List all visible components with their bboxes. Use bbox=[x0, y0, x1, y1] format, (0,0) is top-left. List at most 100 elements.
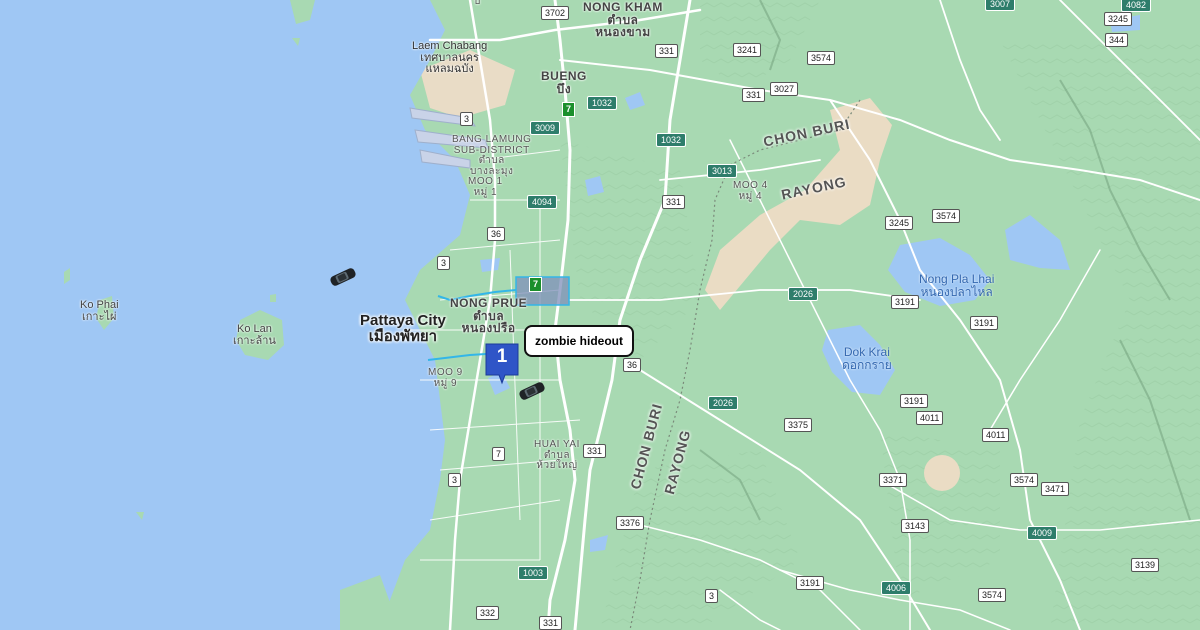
place-label-top-island-th: บ bbox=[474, 0, 481, 7]
place-label-nong-kham-en: NONG KHAM bbox=[583, 0, 663, 14]
route-shield-3191-b: 3191 bbox=[970, 316, 999, 330]
marker-tooltip[interactable]: zombie hideout bbox=[524, 325, 634, 357]
route-shield-3191-d: 3191 bbox=[796, 576, 825, 590]
route-shield-4009: 4009 bbox=[1027, 526, 1058, 540]
route-shield-3471: 3471 bbox=[1041, 482, 1070, 496]
route-shield-3-b: 3 bbox=[437, 256, 451, 270]
place-label-nong-kham: NONG KHAM ตำบล หนองขาม bbox=[583, 1, 663, 39]
place-label-moo4-th: หมู่ 4 bbox=[738, 190, 763, 202]
route-shield-3702: 3702 bbox=[541, 6, 570, 20]
place-label-moo9-th: หมู่ 9 bbox=[433, 377, 458, 389]
route-shield-3574-b: 3574 bbox=[932, 209, 961, 223]
route-shield-3009: 3009 bbox=[530, 121, 561, 135]
route-shield-4011-b: 4011 bbox=[982, 428, 1010, 442]
place-label-bang-lamung-th1: ตำบล bbox=[478, 155, 505, 166]
place-label-moo4-en: MOO 4 bbox=[733, 180, 768, 191]
place-label-top-island: บ bbox=[474, 0, 481, 8]
place-label-moo4: MOO 4 หมู่ 4 bbox=[733, 180, 768, 202]
place-label-laem-chabang-en: Laem Chabang bbox=[412, 40, 488, 52]
lake-label-nong-pla-lhai-en: Nong Pla Lhai bbox=[919, 272, 995, 286]
place-label-bueng: BUENG บึง bbox=[541, 70, 587, 95]
place-label-moo9-en: MOO 9 bbox=[428, 367, 463, 378]
place-label-pattaya-en: Pattaya City bbox=[360, 312, 446, 329]
route-shield-3191: 3191 bbox=[891, 295, 920, 309]
route-shield-3376: 3376 bbox=[616, 516, 645, 530]
place-label-nong-prue-en: NONG PRUE bbox=[450, 296, 528, 310]
route-shield-331-b: 331 bbox=[742, 88, 766, 102]
place-label-moo1-th: หมู่ 1 bbox=[473, 186, 498, 198]
lake-label-nong-pla-lhai-th: หนองปลาไหล bbox=[920, 284, 993, 299]
route-shield-3574-c: 3574 bbox=[1010, 473, 1039, 487]
route-shield-2026-b: 2026 bbox=[708, 396, 739, 410]
route-shield-7: 7 bbox=[492, 447, 506, 461]
route-shield-1003: 1003 bbox=[518, 566, 549, 580]
place-label-bueng-en: BUENG bbox=[541, 69, 587, 83]
route-shield-3139: 3139 bbox=[1131, 558, 1160, 572]
route-shield-3245: 3245 bbox=[1104, 12, 1133, 26]
route-shield-4094: 4094 bbox=[527, 195, 558, 209]
place-label-huai-yai-th2: ห้วยใหญ่ bbox=[536, 460, 578, 471]
route-shield-3574-d: 3574 bbox=[978, 588, 1007, 602]
route-shield-344: 344 bbox=[1105, 33, 1129, 47]
route-shield-331-e: 331 bbox=[539, 616, 563, 630]
place-label-laem-chabang-th2: แหลมฉบัง bbox=[425, 63, 474, 76]
island-label-ko-lan: Ko Lan เกาะล้าน bbox=[233, 323, 276, 347]
route-shield-1032-b: 1032 bbox=[656, 133, 687, 147]
island-label-ko-lan-th: เกาะล้าน bbox=[233, 334, 276, 347]
route-shield-36-b: 36 bbox=[623, 358, 642, 372]
lake-label-dok-krai: Dok Krai ดอกกราย bbox=[842, 346, 892, 371]
island-label-ko-phai-th: เกาะไผ่ bbox=[82, 310, 117, 323]
island-label-ko-phai-en: Ko Phai bbox=[80, 299, 119, 311]
place-label-bang-lamung-en1: BANG LAMUNG bbox=[452, 134, 532, 145]
place-label-pattaya-th: เมืองพัทยา bbox=[368, 327, 438, 345]
route-shield-332: 332 bbox=[476, 606, 500, 620]
route-shield-3191-c: 3191 bbox=[900, 394, 929, 408]
lake-label-nong-pla-lhai: Nong Pla Lhai หนองปลาไหล bbox=[919, 273, 994, 298]
route-shield-3371: 3371 bbox=[879, 473, 908, 487]
route-shield-331-c: 331 bbox=[662, 195, 686, 209]
place-label-bang-lamung: BANG LAMUNG SUB-DISTRICT ตำบล บางละมุง bbox=[452, 134, 532, 177]
highway-7-shield-b: 7 bbox=[529, 277, 542, 292]
route-shield-3-c: 3 bbox=[448, 473, 462, 487]
route-shield-3: 3 bbox=[460, 112, 474, 126]
route-shield-2026: 2026 bbox=[788, 287, 819, 301]
map-marker[interactable]: 1 bbox=[485, 343, 519, 385]
place-label-moo1-en: MOO 1 bbox=[468, 176, 503, 187]
route-shield-3574: 3574 bbox=[807, 51, 836, 65]
map-base-layer bbox=[0, 0, 1200, 630]
route-shield-3143: 3143 bbox=[901, 519, 930, 533]
highway-7-shield: 7 bbox=[562, 102, 575, 117]
map-marker-number: 1 bbox=[496, 346, 508, 367]
route-shield-3-d: 3 bbox=[705, 589, 719, 603]
car-icon[interactable] bbox=[328, 266, 358, 288]
place-label-laem-chabang: Laem Chabang เทศบาลนคร แหลมฉบัง bbox=[412, 40, 488, 76]
route-shield-3241: 3241 bbox=[733, 43, 762, 57]
route-shield-3027: 3027 bbox=[770, 82, 799, 96]
route-shield-36: 36 bbox=[487, 227, 506, 241]
place-label-pattaya: Pattaya City เมืองพัทยา bbox=[360, 313, 446, 345]
island-label-ko-lan-en: Ko Lan bbox=[237, 323, 272, 335]
route-shield-1032: 1032 bbox=[587, 96, 618, 110]
place-label-nong-prue: NONG PRUE ตำบล หนองปรือ bbox=[450, 297, 527, 335]
route-shield-3013: 3013 bbox=[707, 164, 738, 178]
route-shield-4006: 4006 bbox=[881, 581, 912, 595]
route-shield-331-d: 331 bbox=[583, 444, 607, 458]
place-label-huai-yai-en: HUAI YAI bbox=[534, 439, 580, 450]
route-shield-3375: 3375 bbox=[784, 418, 813, 432]
car-icon[interactable] bbox=[517, 380, 547, 402]
place-label-moo1: MOO 1 หมู่ 1 bbox=[468, 176, 503, 198]
route-shield-3245-b: 3245 bbox=[885, 216, 914, 230]
place-label-nong-kham-th2: หนองขาม bbox=[595, 25, 651, 40]
map-canvas[interactable]: Pattaya City เมืองพัทยา Laem Chabang เทศ… bbox=[0, 0, 1200, 630]
lake-label-dok-krai-en: Dok Krai bbox=[843, 345, 890, 359]
route-shield-331: 331 bbox=[655, 44, 679, 58]
place-label-bueng-th: บึง bbox=[556, 81, 572, 96]
route-shield-3007: 3007 bbox=[985, 0, 1016, 11]
route-shield-4011: 4011 bbox=[916, 411, 944, 425]
place-label-nong-prue-th2: หนองปรือ bbox=[461, 321, 516, 336]
island-label-ko-phai: Ko Phai เกาะไผ่ bbox=[80, 299, 119, 323]
lake-label-dok-krai-th: ดอกกราย bbox=[842, 357, 892, 372]
route-shield-4082: 4082 bbox=[1121, 0, 1152, 12]
place-label-moo9: MOO 9 หมู่ 9 bbox=[428, 367, 463, 389]
place-label-huai-yai: HUAI YAI ตำบล ห้วยใหญ่ bbox=[534, 439, 580, 472]
